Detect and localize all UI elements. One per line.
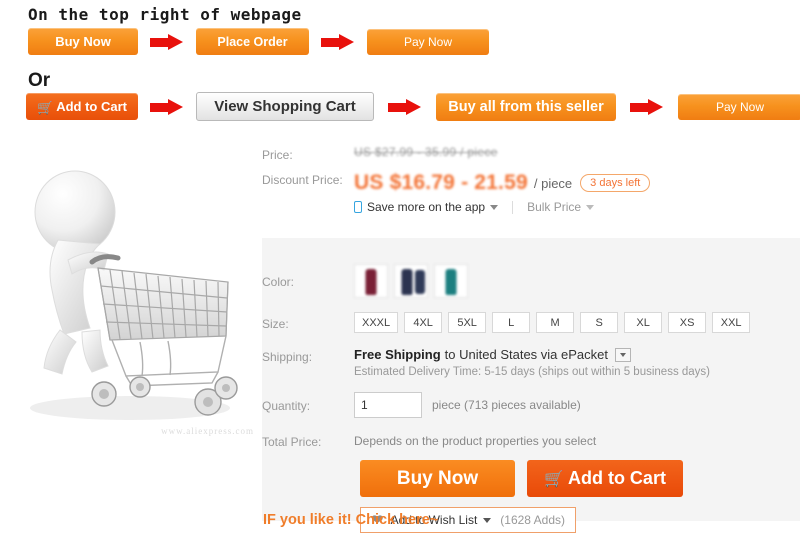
shopping-cart-figure-illustration xyxy=(30,170,238,420)
image-watermark: www.aliexpress.com xyxy=(161,426,254,436)
size-option[interactable]: 5XL xyxy=(448,312,487,333)
cart-icon: 🛒 xyxy=(37,100,54,115)
price-detail-block: Price: US $27.99 - 35.99 / piece Color: … xyxy=(262,145,800,214)
buy-now-button[interactable]: Buy Now xyxy=(360,460,515,497)
size-row: Size: XXXL 4XL 5XL L M S XL XS XXL xyxy=(262,312,800,333)
flow-buy-now-button[interactable]: Buy Now xyxy=(28,28,138,55)
color-swatch-navy[interactable] xyxy=(394,264,428,298)
total-price-note: Depends on the product properties you se… xyxy=(354,434,597,448)
size-option[interactable]: S xyxy=(580,312,619,333)
color-swatch-list xyxy=(354,264,468,298)
quantity-input[interactable] xyxy=(354,392,422,418)
flow-pay-now-button[interactable]: Pay Now xyxy=(367,28,489,55)
size-option[interactable]: XS xyxy=(668,312,707,333)
wishlist-hint-text: IF you like it! Chick here~ xyxy=(263,512,439,528)
flow-add-to-cart-label: Add to Cart xyxy=(56,99,127,114)
flow-add-to-cart-button[interactable]: 🛒 Add to Cart xyxy=(26,93,138,120)
shipping-row: Shipping: Free Shipping to United States… xyxy=(262,347,800,378)
discount-price-label: Color: Discount Price: xyxy=(262,171,354,187)
size-option[interactable]: 4XL xyxy=(404,312,443,333)
size-option[interactable]: L xyxy=(492,312,531,333)
right-arrow-icon xyxy=(150,98,184,115)
size-option[interactable]: XL xyxy=(624,312,663,333)
total-price-label: Total Price: xyxy=(262,435,322,449)
product-options-panel: Color: Size: XXXL 4XL 5XL L M S XL XS XX… xyxy=(262,238,800,533)
flow-pay-now-final-button[interactable]: Pay Now xyxy=(678,93,800,120)
right-arrow-icon xyxy=(388,98,422,115)
original-price-value: US $27.99 - 35.99 / piece xyxy=(354,145,498,159)
price-unit: / piece xyxy=(533,175,573,191)
add-to-wish-list-button[interactable]: IF you like it! Chick here~ ❤ Add to Wis… xyxy=(263,507,576,533)
size-label: Size: xyxy=(262,316,289,331)
product-image: www.aliexpress.com xyxy=(0,140,262,440)
total-price-row: Total Price: Depends on the product prop… xyxy=(262,432,800,450)
color-label: Color: xyxy=(262,275,295,289)
shipping-destination-text: to United States via ePacket xyxy=(444,347,608,362)
right-arrow-icon xyxy=(150,33,184,50)
flow-view-shopping-cart-button[interactable]: View Shopping Cart xyxy=(196,92,374,121)
save-on-app-label: Save more on the app xyxy=(367,200,486,214)
size-option-list: XXXL 4XL 5XL L M S XL XS XXL xyxy=(354,312,751,333)
size-option[interactable]: XXXL xyxy=(354,312,399,333)
chevron-down-icon xyxy=(490,204,499,210)
deal-countdown-badge: 3 days left xyxy=(580,174,651,192)
color-row: Color: xyxy=(262,264,800,298)
screenshot-root: On the top right of webpage Buy Now Plac… xyxy=(0,0,800,534)
delivery-estimate-text: Estimated Delivery Time: 5-15 days (ship… xyxy=(354,366,711,378)
size-option[interactable]: XXL xyxy=(712,312,751,333)
flow-bottom-row: 🛒 Add to Cart View Shopping Cart Buy all … xyxy=(26,92,800,121)
chevron-down-icon xyxy=(586,204,595,210)
size-option[interactable]: M xyxy=(536,312,575,333)
flow-top-row: Buy Now Place Order Pay Now xyxy=(28,28,489,55)
flow-buy-all-from-seller-button[interactable]: Buy all from this seller xyxy=(436,92,616,121)
quantity-row: Quantity: piece (713 pieces available) xyxy=(262,392,800,418)
price-label: Price: xyxy=(262,148,293,162)
add-to-cart-label: Add to Cart xyxy=(567,468,666,488)
free-shipping-text: Free Shipping xyxy=(354,347,441,362)
quantity-availability-note: piece (713 pieces available) xyxy=(432,398,581,412)
shipping-label: Shipping: xyxy=(262,350,313,364)
divider xyxy=(512,200,514,214)
flow-place-order-button[interactable]: Place Order xyxy=(196,28,309,55)
discount-price-value: US $16.79 - 21.59 xyxy=(354,171,528,194)
color-swatch-teal[interactable] xyxy=(434,264,468,298)
discount-price-label-text: Discount Price: xyxy=(262,173,343,187)
quantity-label: Quantity: xyxy=(262,399,311,413)
cta-button-row: Buy Now 🛒 Add to Cart xyxy=(262,460,800,497)
bulk-price-label: Bulk Price xyxy=(527,200,582,214)
instruction-or-label: Or xyxy=(28,70,51,91)
cart-icon: 🛒 xyxy=(544,470,564,488)
right-arrow-icon xyxy=(630,98,664,115)
mobile-phone-icon xyxy=(354,201,362,213)
discount-price-row: Color: Discount Price: US $16.79 - 21.59… xyxy=(262,171,800,214)
price-row: Price: US $27.99 - 35.99 / piece xyxy=(262,145,800,163)
save-on-app-link[interactable]: Save more on the app xyxy=(354,200,499,214)
shipping-method-dropdown[interactable] xyxy=(614,347,631,362)
chevron-down-icon[interactable] xyxy=(483,517,492,523)
add-to-cart-button[interactable]: 🛒 Add to Cart xyxy=(527,460,683,497)
bulk-price-link[interactable]: Bulk Price xyxy=(527,200,595,214)
wishlist-row: IF you like it! Chick here~ ❤ Add to Wis… xyxy=(262,507,800,533)
color-swatch-burgundy[interactable] xyxy=(354,264,388,298)
right-arrow-icon xyxy=(321,33,355,50)
instruction-heading-top: On the top right of webpage xyxy=(28,5,302,24)
wishlist-count: (1628 Adds) xyxy=(500,513,565,527)
